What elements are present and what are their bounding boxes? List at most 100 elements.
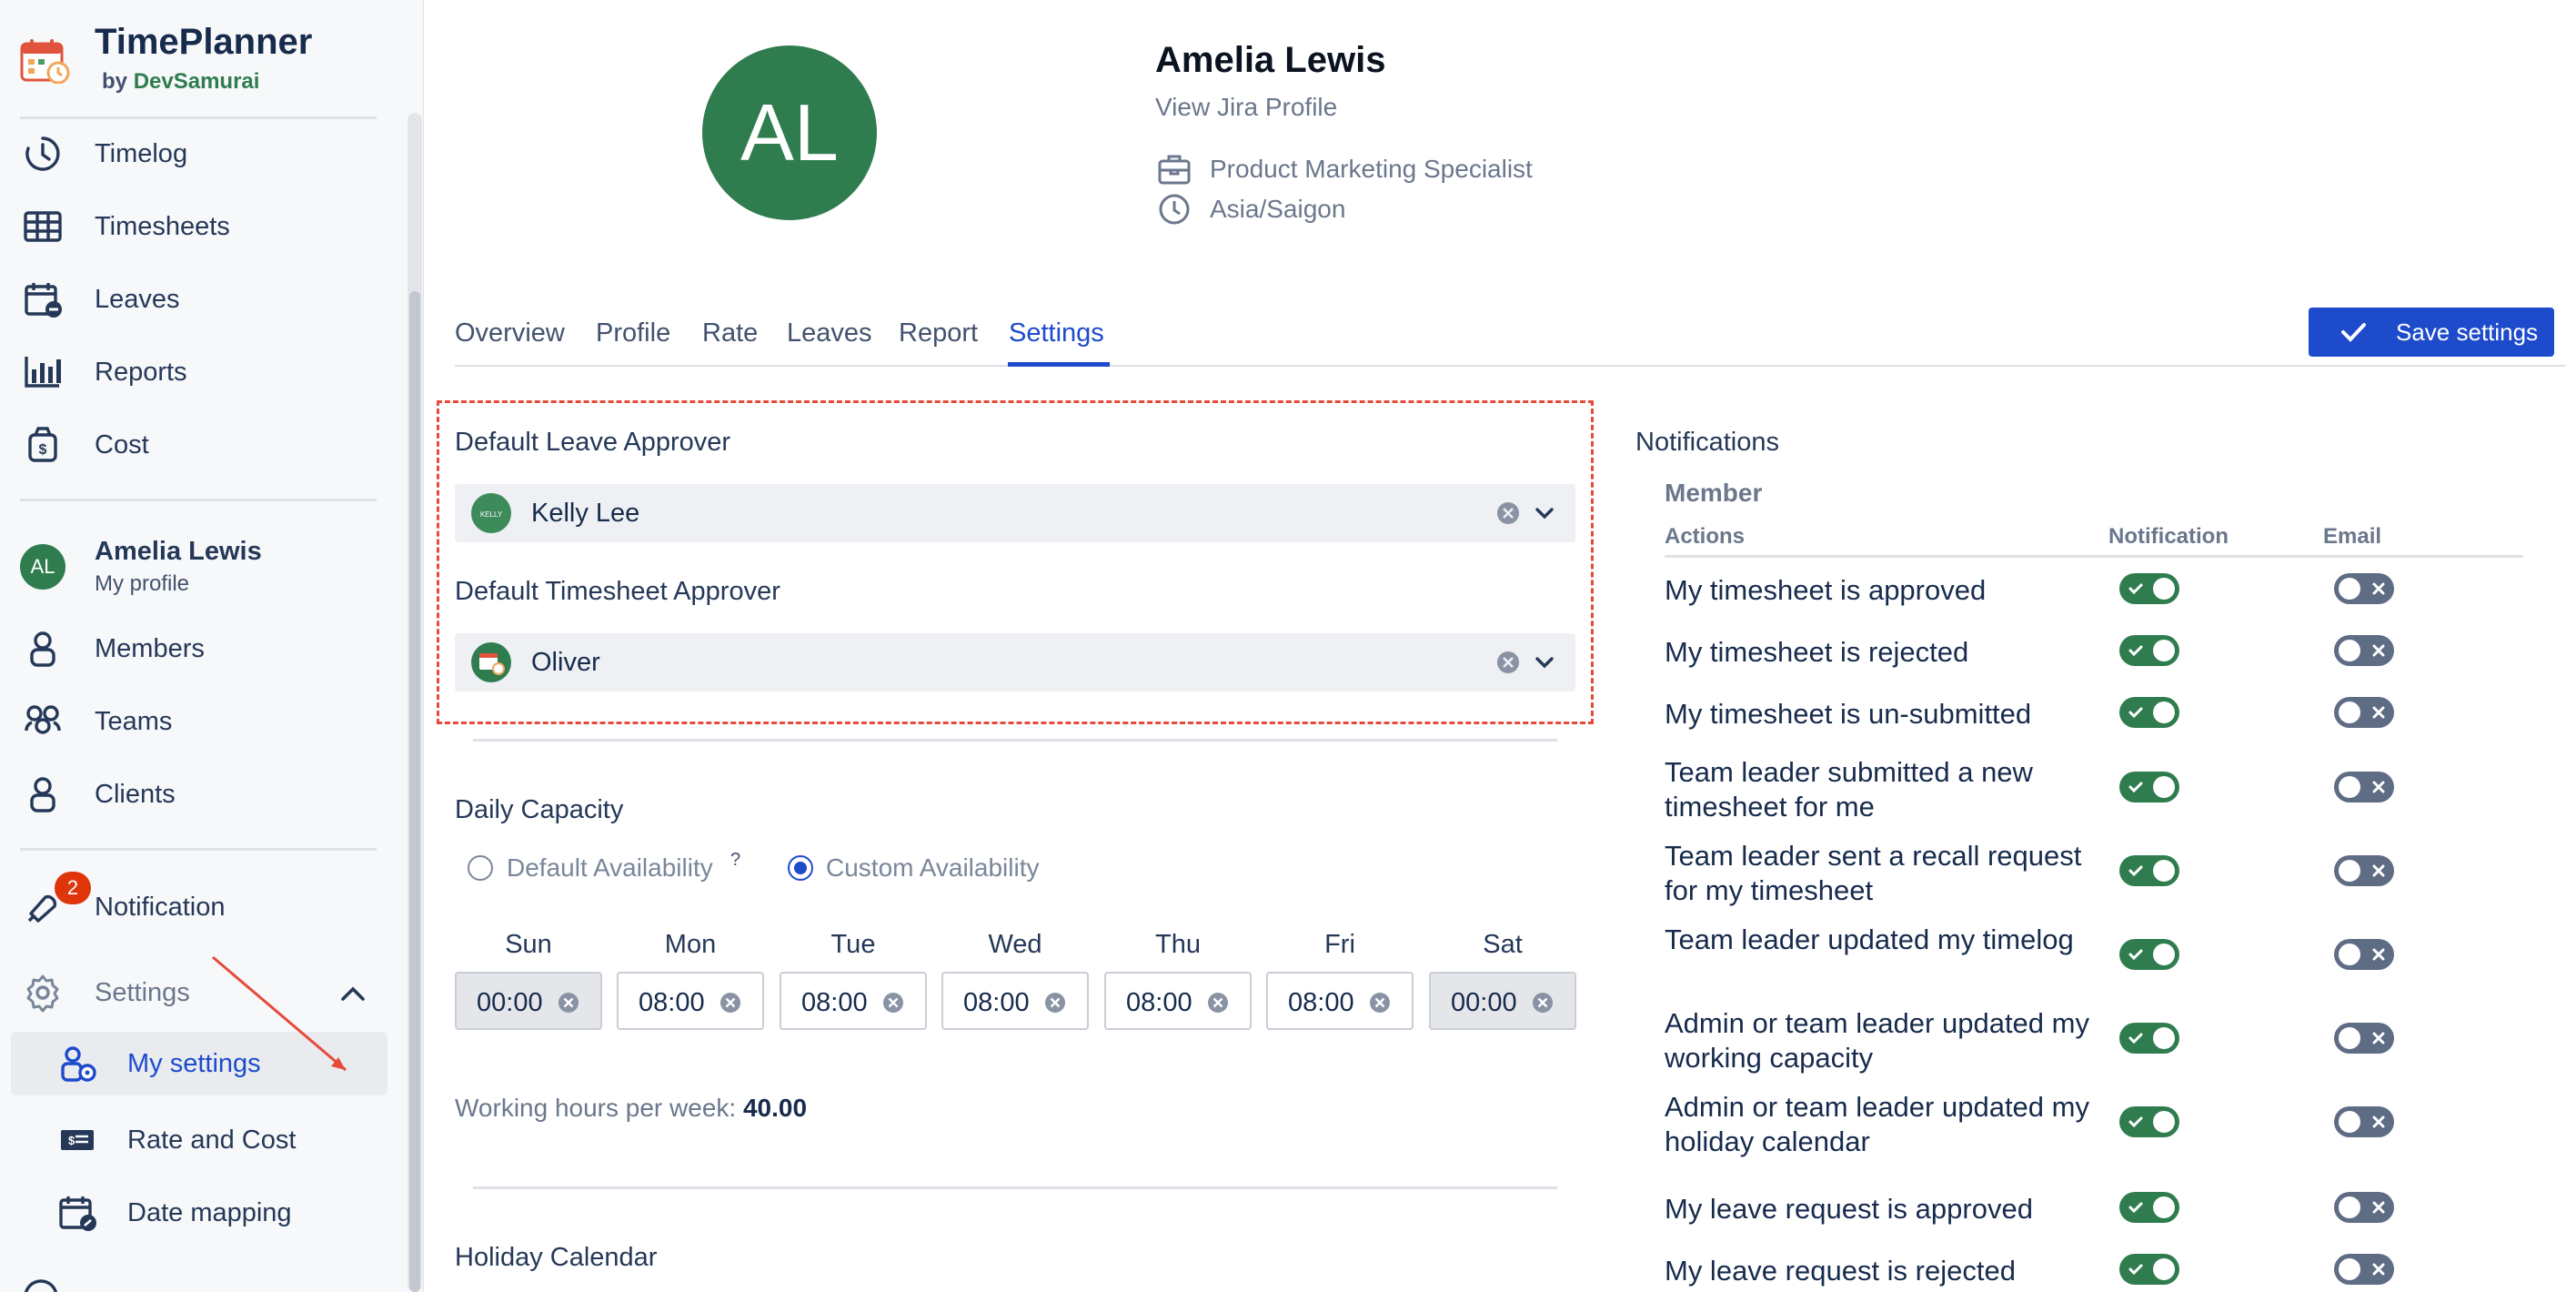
day-label-thu: Thu — [1155, 930, 1201, 959]
help-hint[interactable]: ? — [730, 850, 740, 871]
notification-toggle[interactable] — [2119, 855, 2179, 886]
notification-toggle[interactable] — [2119, 772, 2179, 802]
notification-toggle[interactable] — [2119, 635, 2179, 666]
calendar-link-icon — [59, 1196, 96, 1231]
leave-approver-select[interactable]: KELLY Kelly Lee — [455, 484, 1575, 542]
annotation-arrow-icon — [212, 955, 347, 1072]
notification-toggle[interactable] — [2119, 1106, 2179, 1137]
tab-overview[interactable]: Overview — [455, 318, 565, 348]
clear-icon[interactable] — [881, 991, 905, 1014]
email-toggle[interactable] — [2334, 1192, 2394, 1223]
leave-approver-value: Kelly Lee — [531, 499, 640, 528]
brand-name: TimePlanner — [95, 22, 313, 62]
email-toggle[interactable] — [2334, 635, 2394, 666]
chevron-down-icon[interactable] — [1534, 653, 1555, 671]
clear-icon[interactable] — [1368, 991, 1392, 1014]
sidebar-item-teams[interactable]: Teams — [0, 690, 391, 753]
clear-icon[interactable] — [1495, 500, 1521, 526]
capacity-value: 00:00 — [477, 988, 543, 1017]
email-toggle[interactable] — [2334, 772, 2394, 802]
default-availability-label[interactable]: Default Availability — [507, 853, 713, 883]
close-icon — [2372, 1201, 2385, 1214]
scrollbar-thumb[interactable] — [409, 291, 420, 1292]
close-icon — [2372, 1032, 2385, 1045]
check-icon — [2128, 583, 2143, 595]
custom-availability-radio[interactable] — [788, 855, 813, 881]
capacity-value: 00:00 — [1451, 988, 1517, 1017]
sidebar-item-rate-and-cost[interactable]: $ Rate and Cost — [0, 1108, 391, 1172]
clear-icon[interactable] — [1043, 991, 1067, 1014]
sidebar-item-timesheets[interactable]: Timesheets — [0, 195, 391, 258]
clear-icon[interactable] — [1495, 650, 1521, 675]
tab-report[interactable]: Report — [899, 318, 978, 348]
sidebar-item-reports[interactable]: Reports — [0, 340, 391, 404]
sidebar-item-timelog[interactable]: Timelog — [0, 122, 391, 186]
notification-toggle[interactable] — [2119, 1023, 2179, 1054]
clear-icon[interactable] — [557, 991, 580, 1014]
approver-avatar: KELLY — [471, 493, 511, 533]
timesheet-approver-select[interactable]: Oliver — [455, 633, 1575, 691]
email-toggle[interactable] — [2334, 855, 2394, 886]
clear-icon[interactable] — [1206, 991, 1230, 1014]
sidebar-item-label: Teams — [95, 706, 173, 736]
brand-byline: by DevSamurai — [102, 69, 259, 95]
sidebar-item-clients[interactable]: Clients — [0, 762, 391, 826]
notification-toggle[interactable] — [2119, 939, 2179, 970]
check-icon — [2128, 1264, 2143, 1276]
notification-action-label: My leave request is approved — [1665, 1193, 2033, 1225]
timezone: Asia/Saigon — [1210, 195, 1346, 223]
column-header-notification: Notification — [2108, 524, 2229, 549]
email-toggle[interactable] — [2334, 1254, 2394, 1285]
email-toggle[interactable] — [2334, 1106, 2394, 1137]
avatar[interactable]: AL — [20, 544, 65, 590]
capacity-input-mon[interactable]: 08:00 — [617, 972, 764, 1030]
leave-approver-label: Default Leave Approver — [455, 428, 731, 457]
chevron-down-icon[interactable] — [1534, 504, 1555, 522]
sidebar-item-leaves[interactable]: Leaves — [0, 267, 391, 331]
save-settings-button[interactable]: Save settings — [2309, 308, 2554, 357]
tab-leaves[interactable]: Leaves — [787, 318, 872, 348]
toggle-knob — [2339, 1196, 2360, 1218]
gear-icon — [26, 974, 59, 1013]
sidebar-item-date-mapping[interactable]: Date mapping — [0, 1181, 391, 1245]
sidebar-scrollbar[interactable] — [408, 113, 422, 1292]
notification-toggle[interactable] — [2119, 573, 2179, 604]
notification-toggle[interactable] — [2119, 697, 2179, 728]
sidebar-item-label: Timesheets — [95, 211, 230, 241]
email-toggle[interactable] — [2334, 697, 2394, 728]
capacity-input-tue[interactable]: 08:00 — [780, 972, 927, 1030]
email-toggle[interactable] — [2334, 939, 2394, 970]
timesheet-approver-label: Default Timesheet Approver — [455, 577, 780, 606]
default-availability-radio[interactable] — [468, 855, 493, 881]
notification-toggle[interactable] — [2119, 1192, 2179, 1223]
capacity-input-sun[interactable]: 00:00 — [455, 972, 602, 1030]
notification-toggle[interactable] — [2119, 1254, 2179, 1285]
column-header-actions: Actions — [1665, 524, 1746, 549]
capacity-input-thu[interactable]: 08:00 — [1104, 972, 1252, 1030]
my-profile-link[interactable]: My profile — [95, 571, 189, 597]
tab-settings[interactable]: Settings — [1009, 318, 1104, 348]
approver-avatar-image: KELLY — [480, 510, 503, 519]
email-toggle[interactable] — [2334, 573, 2394, 604]
view-jira-profile-link[interactable]: View Jira Profile — [1155, 93, 1337, 122]
sidebar-item-cost[interactable]: $ Cost — [0, 413, 391, 477]
sidebar-item-label: Cost — [95, 429, 149, 459]
close-icon — [2372, 1263, 2385, 1276]
profile-avatar: AL — [702, 45, 877, 220]
person-icon — [30, 631, 55, 667]
clear-icon[interactable] — [1531, 991, 1555, 1014]
toggle-knob — [2153, 702, 2175, 723]
email-toggle[interactable] — [2334, 1023, 2394, 1054]
my-profile-name[interactable]: Amelia Lewis — [95, 537, 262, 567]
tab-profile[interactable]: Profile — [596, 318, 670, 348]
sidebar-divider — [20, 499, 377, 501]
clear-icon[interactable] — [719, 991, 742, 1014]
capacity-input-sat[interactable]: 00:00 — [1429, 972, 1576, 1030]
custom-availability-label[interactable]: Custom Availability — [826, 853, 1039, 883]
capacity-input-wed[interactable]: 08:00 — [941, 972, 1089, 1030]
timezone-row: Asia/Saigon — [1157, 191, 1345, 227]
capacity-input-fri[interactable]: 08:00 — [1266, 972, 1414, 1030]
tab-rate[interactable]: Rate — [702, 318, 758, 348]
column-header-email: Email — [2323, 524, 2382, 549]
sidebar-item-members[interactable]: Members — [0, 617, 391, 681]
